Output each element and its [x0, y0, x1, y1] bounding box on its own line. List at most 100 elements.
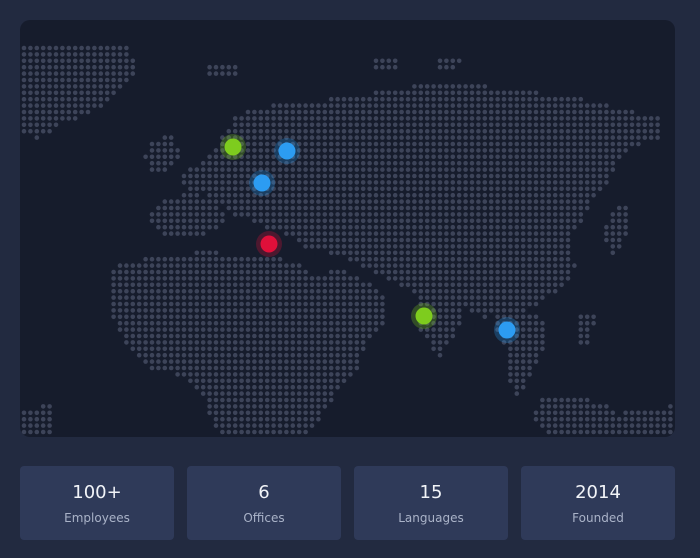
land-dot — [495, 256, 500, 262]
land-dot — [40, 52, 46, 57]
land-dot — [328, 250, 334, 256]
land-dot — [584, 103, 590, 108]
land-dot — [220, 160, 225, 166]
land-dot — [444, 103, 449, 108]
land-dot — [668, 416, 673, 422]
land-dot — [533, 250, 539, 256]
land-dot — [616, 237, 622, 243]
land-dot — [514, 154, 520, 160]
stat-card-employees: 100+ Employees — [20, 466, 174, 540]
land-dot — [373, 154, 379, 160]
land-dot — [373, 237, 379, 243]
land-dot — [437, 295, 443, 300]
location-dot-icon — [278, 142, 296, 160]
land-dot — [213, 352, 219, 358]
land-dot — [226, 410, 232, 416]
land-dot — [21, 64, 27, 70]
land-dot — [501, 282, 507, 288]
land-dot — [392, 141, 398, 147]
land-dot — [469, 288, 475, 294]
land-dot — [290, 429, 296, 435]
land-dot — [559, 122, 564, 128]
land-dot — [348, 365, 353, 371]
land-dot — [328, 109, 334, 115]
land-dot — [360, 160, 366, 166]
land-dot — [444, 340, 449, 345]
land-dot — [348, 199, 353, 204]
land-dot — [200, 288, 206, 294]
land-dot — [610, 160, 616, 166]
land-dot — [136, 308, 142, 313]
land-dot — [367, 282, 372, 288]
land-dot — [143, 327, 148, 332]
land-dot — [405, 186, 411, 192]
land-dot — [546, 404, 552, 409]
land-dot — [514, 301, 520, 307]
land-dot — [194, 365, 200, 371]
land-dot — [277, 224, 283, 230]
land-dot — [533, 116, 539, 121]
land-dot — [277, 404, 283, 409]
land-dot — [200, 269, 206, 275]
land-dot — [175, 256, 180, 262]
land-dot — [552, 282, 558, 288]
land-dot — [373, 186, 379, 192]
land-dot — [501, 148, 507, 153]
land-dot — [322, 320, 328, 326]
land-dot — [463, 84, 468, 89]
land-dot — [412, 256, 417, 262]
land-dot — [565, 186, 571, 192]
land-dot — [149, 167, 155, 172]
land-dot — [552, 256, 558, 262]
land-dot — [181, 199, 187, 204]
land-dot — [495, 90, 500, 96]
land-dot — [348, 122, 353, 128]
land-dot — [271, 269, 276, 275]
land-dot — [540, 96, 545, 102]
land-dot — [354, 173, 360, 179]
land-dot — [303, 416, 308, 422]
land-dot — [399, 237, 404, 243]
land-dot — [367, 148, 372, 153]
land-dot — [661, 416, 667, 422]
land-dot — [348, 167, 353, 172]
land-dot — [399, 186, 404, 192]
land-dot — [290, 308, 296, 313]
land-dot — [316, 320, 321, 326]
land-dot — [232, 180, 238, 185]
land-dot — [386, 173, 392, 179]
land-dot — [72, 90, 78, 96]
land-dot — [591, 192, 596, 198]
land-dot — [117, 282, 123, 288]
land-dot — [111, 301, 116, 307]
land-dot — [373, 205, 379, 211]
land-dot — [290, 269, 296, 275]
land-dot — [303, 333, 308, 339]
land-dot — [111, 45, 116, 51]
land-dot — [386, 237, 392, 243]
land-dot — [354, 301, 360, 307]
land-dot — [520, 301, 526, 307]
land-dot — [296, 122, 302, 128]
land-dot — [271, 122, 276, 128]
land-dot — [252, 327, 257, 332]
land-dot — [207, 167, 212, 172]
land-dot — [348, 218, 353, 224]
land-dot — [245, 372, 251, 377]
land-dot — [527, 96, 532, 102]
land-dot — [520, 276, 526, 281]
land-dot — [213, 384, 219, 390]
land-dot — [21, 416, 27, 422]
land-dot — [399, 282, 404, 288]
land-dot — [226, 173, 232, 179]
land-dot — [354, 180, 360, 185]
land-dot — [373, 109, 379, 115]
land-dot — [290, 365, 296, 371]
land-dot — [431, 276, 436, 281]
land-dot — [386, 250, 392, 256]
land-dot — [360, 180, 366, 185]
land-dot — [175, 148, 180, 153]
land-dot — [559, 199, 564, 204]
land-dot — [456, 128, 462, 134]
land-dot — [444, 109, 449, 115]
